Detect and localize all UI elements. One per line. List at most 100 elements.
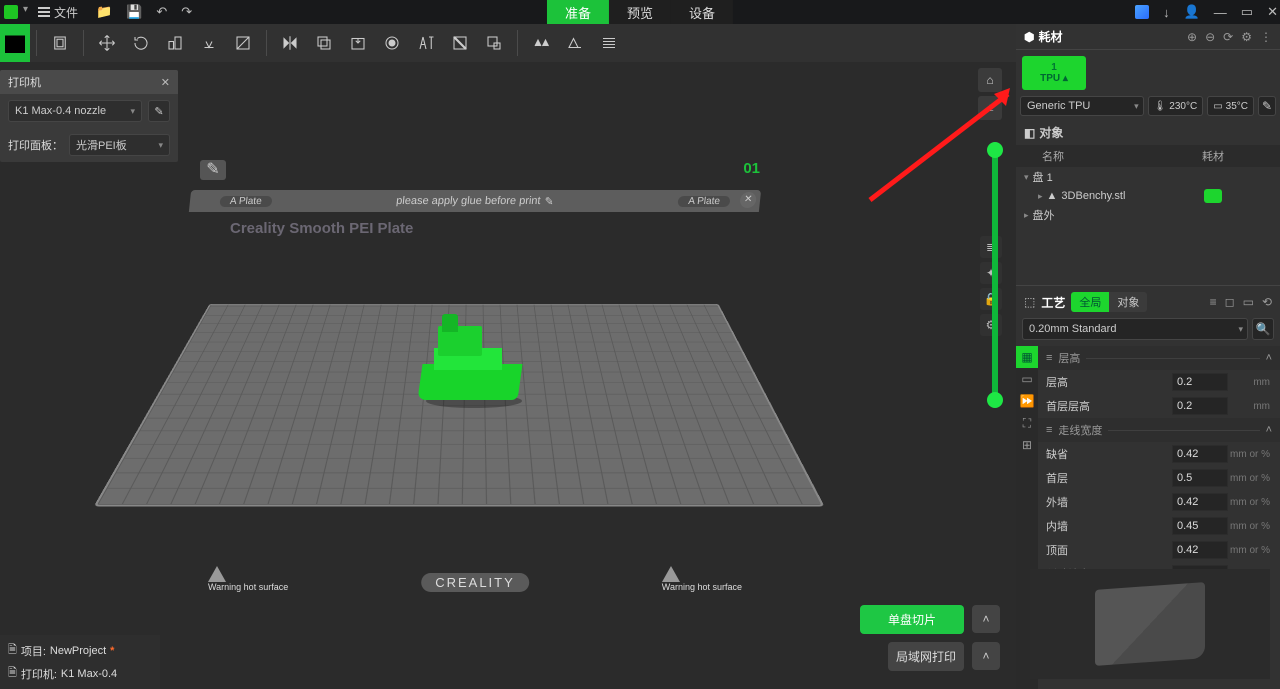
group-layer-height[interactable]: ≡层高˄	[1038, 346, 1280, 370]
object-filament-chip[interactable]	[1204, 189, 1222, 203]
remove-filament-icon[interactable]: ⊖	[1205, 30, 1215, 44]
flatten-icon[interactable]	[195, 29, 223, 57]
plate-type-select[interactable]: 光滑PEI板	[69, 134, 170, 156]
plate-brand: CREALITY	[421, 573, 529, 592]
object-item-benchy[interactable]: ▸▲3DBenchy.stl	[1016, 187, 1280, 205]
bed-temp-chip[interactable]: ▭35°C	[1207, 96, 1254, 116]
download-icon[interactable]: ↓	[1163, 5, 1170, 20]
status-bar: 🗎 项目:NewProject* 🗎 打印机:K1 Max-0.4	[0, 635, 160, 689]
default-line-input[interactable]	[1172, 445, 1228, 463]
minimize-icon[interactable]: —	[1214, 5, 1227, 20]
plate-edit-icon[interactable]: ✎	[200, 160, 226, 180]
tab-speed-icon[interactable]: ⏩	[1016, 390, 1038, 412]
tab-strength-icon[interactable]: ▭	[1016, 368, 1038, 390]
process-profile-select[interactable]: 0.20mm Standard	[1022, 318, 1248, 340]
print-more-button[interactable]: ˄	[972, 642, 1000, 670]
ortho-view-icon[interactable]: ⊥	[978, 96, 1002, 120]
tab-prepare[interactable]: 准备	[547, 0, 609, 24]
user-icon[interactable]: 👤	[1184, 4, 1200, 20]
scale-icon[interactable]	[161, 29, 189, 57]
process-tab-object[interactable]: 对象	[1109, 292, 1147, 312]
plate-glue-edit-icon[interactable]: ✎	[544, 195, 555, 208]
variable-layer-icon[interactable]	[595, 29, 623, 57]
plate-label-a-left: A Plate	[219, 196, 272, 207]
add-filament-icon[interactable]: ⊕	[1187, 30, 1197, 44]
inner-wall-input[interactable]	[1172, 517, 1228, 535]
tab-other-icon[interactable]: ⊞	[1016, 434, 1038, 456]
tab-device[interactable]: 设备	[671, 0, 733, 24]
slice-more-button[interactable]: ˄	[972, 605, 1000, 633]
edit-filament-icon[interactable]: ✎	[1258, 96, 1276, 116]
copy-icon[interactable]	[310, 29, 338, 57]
hollow-icon[interactable]	[344, 29, 372, 57]
objects-section-header: ◧对象	[1016, 120, 1280, 145]
param-first-layer-line: 首层mm or %	[1038, 466, 1280, 490]
first-layer-height-input[interactable]	[1172, 397, 1228, 415]
model-3dbenchy[interactable]	[420, 310, 530, 400]
file-menu[interactable]: 文件	[38, 4, 78, 21]
lan-print-button[interactable]: 局域网打印	[888, 642, 964, 671]
group-line-width[interactable]: ≡走线宽度˄	[1038, 418, 1280, 442]
lock-icon[interactable]: 🔒	[980, 288, 1002, 310]
close-icon[interactable]: ✕	[1267, 4, 1278, 20]
layer-slider[interactable]	[992, 150, 998, 400]
save-icon[interactable]: 💾	[126, 4, 142, 20]
gcode-preview	[1030, 569, 1270, 679]
printer-select[interactable]: K1 Max-0.4 nozzle	[8, 100, 142, 122]
move-icon[interactable]	[93, 29, 121, 57]
tab-quality-icon[interactable]: ▦	[1016, 346, 1038, 368]
filament-type-select[interactable]: Generic TPU	[1020, 96, 1144, 116]
param-inner-wall: 内墙mm or %	[1038, 514, 1280, 538]
nozzle-temp-chip[interactable]: 🌡230°C	[1148, 96, 1204, 116]
group-icon: ≡	[1046, 352, 1052, 364]
first-layer-line-input[interactable]	[1172, 469, 1228, 487]
plate-group-node[interactable]: ▾盘 1	[1016, 167, 1280, 187]
layer-height-input[interactable]	[1172, 373, 1228, 391]
home-view-icon[interactable]: ⌂	[978, 68, 1002, 92]
panel-close-icon[interactable]: ✕	[161, 76, 170, 89]
settings-filament-icon[interactable]: ⚙	[1241, 30, 1252, 44]
bed-temp-icon: ▭	[1213, 101, 1222, 112]
collapse-icon[interactable]: ▭	[1243, 295, 1254, 309]
cloud-icon[interactable]	[1135, 5, 1149, 19]
auto-orient-icon[interactable]	[561, 29, 589, 57]
tab-support-icon[interactable]: ⛶	[1016, 412, 1038, 434]
split-icon[interactable]	[378, 29, 406, 57]
annotation-arrow	[860, 80, 1030, 210]
slice-button[interactable]: 单盘切片	[860, 605, 964, 634]
tab-preview[interactable]: 预览	[609, 0, 671, 24]
reset-icon[interactable]: ⟲	[1262, 295, 1272, 309]
gear-icon[interactable]: ⚙	[980, 314, 1002, 336]
modified-dot-icon: *	[110, 645, 114, 657]
plate-close-icon[interactable]: ✕	[739, 192, 757, 208]
profile-search-button[interactable]: 🔍	[1252, 318, 1274, 340]
text-icon[interactable]	[412, 29, 440, 57]
list-view-icon[interactable]: ≣	[980, 236, 1002, 258]
outer-wall-input[interactable]	[1172, 493, 1228, 511]
paint-icon[interactable]	[446, 29, 474, 57]
filament-slot-1[interactable]: 1 TPU ▴	[1022, 56, 1086, 90]
compare-icon[interactable]: ≡	[1210, 295, 1217, 309]
nozzle-temp-icon: 🌡	[1154, 101, 1167, 112]
open-icon[interactable]: 📁	[96, 4, 112, 20]
app-logo-icon[interactable]	[4, 5, 18, 19]
redo-icon[interactable]: ↷	[181, 4, 192, 20]
top-surface-input[interactable]	[1172, 541, 1228, 559]
explode-icon[interactable]: ✦	[980, 262, 1002, 284]
undo-icon[interactable]: ↶	[156, 4, 167, 20]
edit-printer-button[interactable]: ✎	[148, 100, 170, 122]
tool-add-plate[interactable]	[0, 24, 30, 62]
cut-icon[interactable]	[229, 29, 257, 57]
auto-arrange-icon[interactable]	[527, 29, 555, 57]
sync-filament-icon[interactable]: ⟳	[1223, 30, 1233, 44]
support-paint-icon[interactable]	[480, 29, 508, 57]
mirror-icon[interactable]	[276, 29, 304, 57]
tool-import[interactable]	[46, 29, 74, 57]
rotate-icon[interactable]	[127, 29, 155, 57]
maximize-icon[interactable]: ▭	[1241, 4, 1253, 20]
more-filament-icon[interactable]: ⋮	[1260, 30, 1272, 44]
outside-plate-node[interactable]: ▸盘外	[1016, 205, 1280, 225]
expand-icon[interactable]: ◻	[1225, 295, 1235, 309]
process-tab-global[interactable]: 全局	[1071, 292, 1109, 312]
param-outer-wall: 外墙mm or %	[1038, 490, 1280, 514]
